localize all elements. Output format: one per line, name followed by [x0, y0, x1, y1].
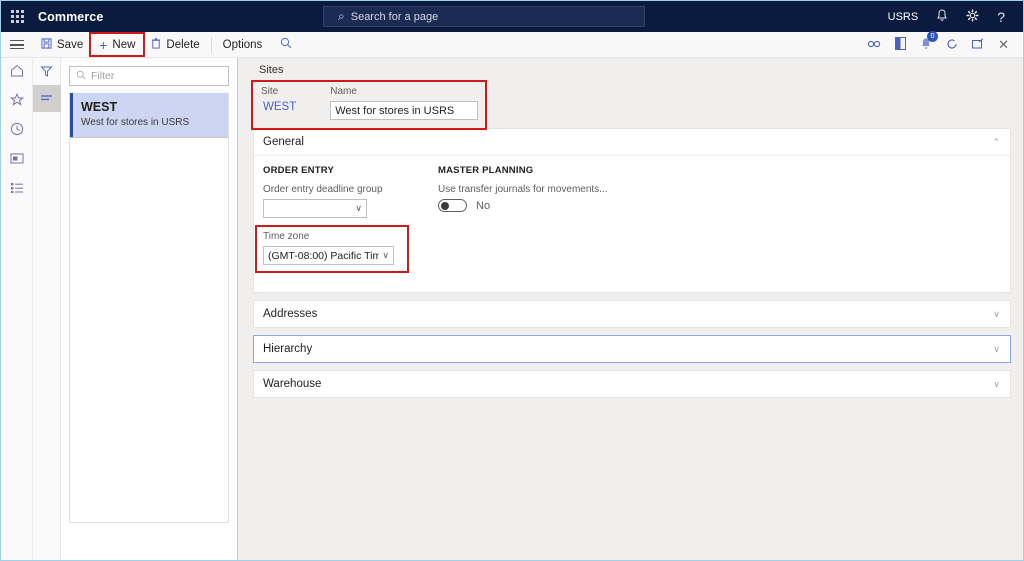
chevron-down-icon[interactable]: ∨ [993, 379, 1000, 390]
search-icon [76, 70, 86, 83]
new-button[interactable]: + New [89, 32, 146, 57]
records-list-panel: Filter WEST West for stores in USRS [61, 58, 238, 560]
section-general-header[interactable]: General ⌃ [254, 129, 1010, 155]
save-label: Save [57, 38, 84, 51]
chevron-down-icon: ∨ [355, 203, 362, 213]
options-button[interactable]: Options [215, 34, 271, 55]
chevron-down-icon: ∨ [382, 250, 389, 260]
global-header: Commerce ⌕ Search for a page USRS ? [1, 1, 1023, 32]
command-bar: General Save + New Delete Options [1, 31, 1023, 58]
site-field-label: Site [261, 86, 279, 97]
section-addresses-header[interactable]: Addresses ∨ [254, 301, 1010, 327]
timezone-field: Time zone (GMT-08:00) Pacific Time (US .… [255, 225, 409, 273]
name-field-label: Name [330, 86, 357, 97]
new-label: New [112, 38, 136, 51]
workspaces-icon[interactable] [10, 152, 24, 167]
transfer-journals-field: Use transfer journals for movements... N… [438, 184, 738, 212]
bell-icon[interactable] [936, 9, 948, 24]
record-header-fields: Site WEST Name West for stores in USRS [251, 80, 487, 130]
transfer-journals-label: Use transfer journals for movements... [438, 184, 608, 195]
options-label: Options [222, 38, 263, 51]
save-button[interactable]: General Save [33, 34, 91, 55]
refresh-icon[interactable] [946, 38, 958, 52]
section-addresses: Addresses ∨ [253, 300, 1011, 328]
command-buttons: General Save + New Delete Options [33, 32, 302, 57]
timezone-value: (GMT-08:00) Pacific Time (US ... [268, 249, 379, 262]
chevron-down-icon[interactable]: ∨ [993, 344, 1000, 355]
section-warehouse-title: Warehouse [263, 378, 322, 390]
order-entry-deadline-dropdown[interactable]: ∨ [263, 199, 367, 218]
timezone-dropdown[interactable]: (GMT-08:00) Pacific Time (US ... ∨ [263, 246, 394, 265]
toggle-switch[interactable] [438, 199, 467, 212]
order-entry-group: ORDER ENTRY Order entry deadline group ∨… [255, 165, 438, 280]
delete-button[interactable]: Delete [143, 34, 207, 55]
order-entry-group-title: ORDER ENTRY [263, 165, 334, 176]
global-header-actions: USRS ? [888, 1, 1023, 32]
notifications-icon[interactable]: 0 [920, 31, 939, 52]
section-hierarchy-title: Hierarchy [263, 343, 313, 355]
list-panel-tabs [32, 58, 61, 560]
save-icon [41, 38, 52, 51]
help-icon[interactable]: ? [997, 10, 1005, 24]
delete-label: Delete [166, 38, 200, 51]
timezone-label: Time zone [263, 231, 310, 242]
filter-tab[interactable] [33, 58, 61, 85]
order-entry-deadline-label: Order entry deadline group [263, 184, 383, 195]
records-list: WEST West for stores in USRS [69, 93, 229, 523]
application-window: Commerce ⌕ Search for a page USRS ? Gene… [0, 0, 1024, 561]
add-icon: + [99, 36, 108, 53]
list-view-tab[interactable] [32, 85, 61, 112]
popout-icon[interactable] [972, 38, 984, 51]
navigation-rail [1, 58, 33, 560]
transfer-journals-value: No [476, 199, 491, 212]
list-item-title: WEST [81, 100, 118, 114]
chevron-down-icon[interactable]: ∨ [993, 309, 1000, 320]
toggle-knob [441, 201, 449, 210]
app-brand-title: Commerce [38, 9, 104, 24]
search-icon: ⌕ [338, 9, 345, 23]
list-item[interactable]: WEST West for stores in USRS [70, 93, 228, 138]
section-warehouse: Warehouse ∨ [253, 370, 1011, 398]
chevron-up-icon[interactable]: ⌃ [992, 137, 1000, 148]
section-general-body: ORDER ENTRY Order entry deadline group ∨… [254, 155, 1010, 292]
section-hierarchy: Hierarchy ∨ [253, 335, 1011, 363]
name-field-group: Name West for stores in USRS [330, 86, 479, 120]
gear-icon[interactable] [966, 9, 979, 24]
attach-link-icon[interactable] [867, 39, 881, 51]
section-general-title: General [263, 136, 304, 148]
home-icon[interactable] [10, 64, 24, 79]
section-general: General ⌃ ORDER ENTRY Order entry deadli… [253, 128, 1011, 293]
main-content: Sites Site WEST Name West for stores in … [239, 58, 1023, 560]
command-bar-right-actions: 0 ✕ [867, 31, 1023, 57]
order-entry-deadline-field: Order entry deadline group ∨ [263, 184, 438, 218]
notification-count-badge: 0 [927, 31, 939, 42]
page-title: Sites [259, 64, 284, 76]
filter-placeholder: Filter [91, 70, 115, 82]
global-search-placeholder: Search for a page [350, 10, 439, 23]
name-input[interactable]: West for stores in USRS [330, 101, 479, 120]
transfer-journals-toggle[interactable]: No [438, 199, 738, 212]
recent-clock-icon[interactable] [10, 122, 24, 138]
global-search-input[interactable]: ⌕ Search for a page [323, 6, 645, 27]
section-warehouse-header[interactable]: Warehouse ∨ [254, 371, 1010, 397]
master-planning-group: MASTER PLANNING Use transfer journals fo… [438, 165, 738, 280]
master-planning-group-title: MASTER PLANNING [438, 165, 534, 176]
company-label[interactable]: USRS [888, 11, 919, 23]
list-item-subtitle: West for stores in USRS [81, 117, 190, 128]
section-hierarchy-header[interactable]: Hierarchy ∨ [254, 336, 1010, 362]
filter-input[interactable]: Filter [69, 66, 229, 86]
close-icon[interactable]: ✕ [998, 38, 1009, 51]
section-addresses-title: Addresses [263, 308, 318, 320]
office-app-icon[interactable] [895, 37, 907, 52]
favorites-star-icon[interactable] [9, 92, 24, 108]
site-field-group: Site WEST [261, 86, 296, 120]
delete-icon [151, 38, 161, 51]
modules-list-icon[interactable] [10, 181, 24, 196]
hamburger-icon[interactable] [1, 32, 33, 57]
command-separator [210, 36, 212, 53]
command-search-icon[interactable] [270, 37, 302, 52]
waffle-grid-icon[interactable] [1, 1, 33, 32]
site-field-value[interactable]: WEST [261, 101, 296, 113]
